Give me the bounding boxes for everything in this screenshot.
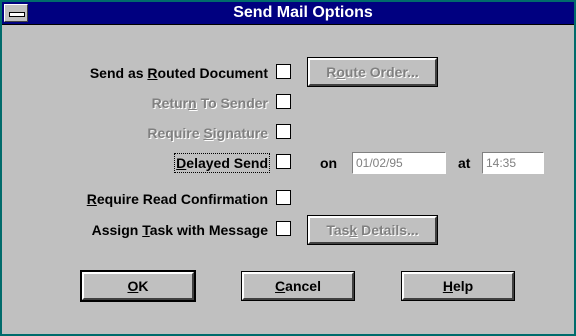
- delayed-send-label: Delayed Send: [174, 153, 270, 173]
- help-button[interactable]: Help: [401, 271, 515, 301]
- require-signature-checkbox[interactable]: [276, 124, 291, 139]
- delayed-send-checkbox[interactable]: [276, 154, 291, 169]
- system-menu-button[interactable]: [4, 4, 28, 22]
- route-order-button[interactable]: Route Order...: [307, 57, 438, 87]
- routed-document-label: Send as Routed Document: [89, 65, 268, 81]
- require-signature-label: Require Signature: [147, 125, 268, 141]
- assign-task-checkbox[interactable]: [276, 221, 291, 236]
- send-mail-options-dialog: Send Mail Options Send as Routed Documen…: [0, 0, 576, 336]
- routed-document-checkbox[interactable]: [276, 64, 291, 79]
- ok-button[interactable]: OK: [80, 270, 196, 302]
- read-confirmation-checkbox[interactable]: [276, 190, 291, 205]
- system-menu-icon: [9, 12, 25, 17]
- read-confirmation-label: Require Read Confirmation: [86, 191, 268, 207]
- cancel-button[interactable]: Cancel: [241, 271, 355, 301]
- on-label: on: [320, 155, 338, 171]
- assign-task-label: Assign Task with Message: [91, 222, 268, 238]
- delayed-date-field[interactable]: 01/02/95: [352, 152, 446, 174]
- task-details-button[interactable]: Task Details...: [307, 215, 438, 245]
- return-to-sender-label: Return To Sender: [151, 95, 268, 111]
- delayed-time-field[interactable]: 14:35: [482, 152, 544, 174]
- at-label: at: [458, 155, 471, 171]
- dialog-title: Send Mail Options: [233, 4, 373, 21]
- title-bar: Send Mail Options: [2, 2, 574, 25]
- return-to-sender-checkbox[interactable]: [276, 94, 291, 109]
